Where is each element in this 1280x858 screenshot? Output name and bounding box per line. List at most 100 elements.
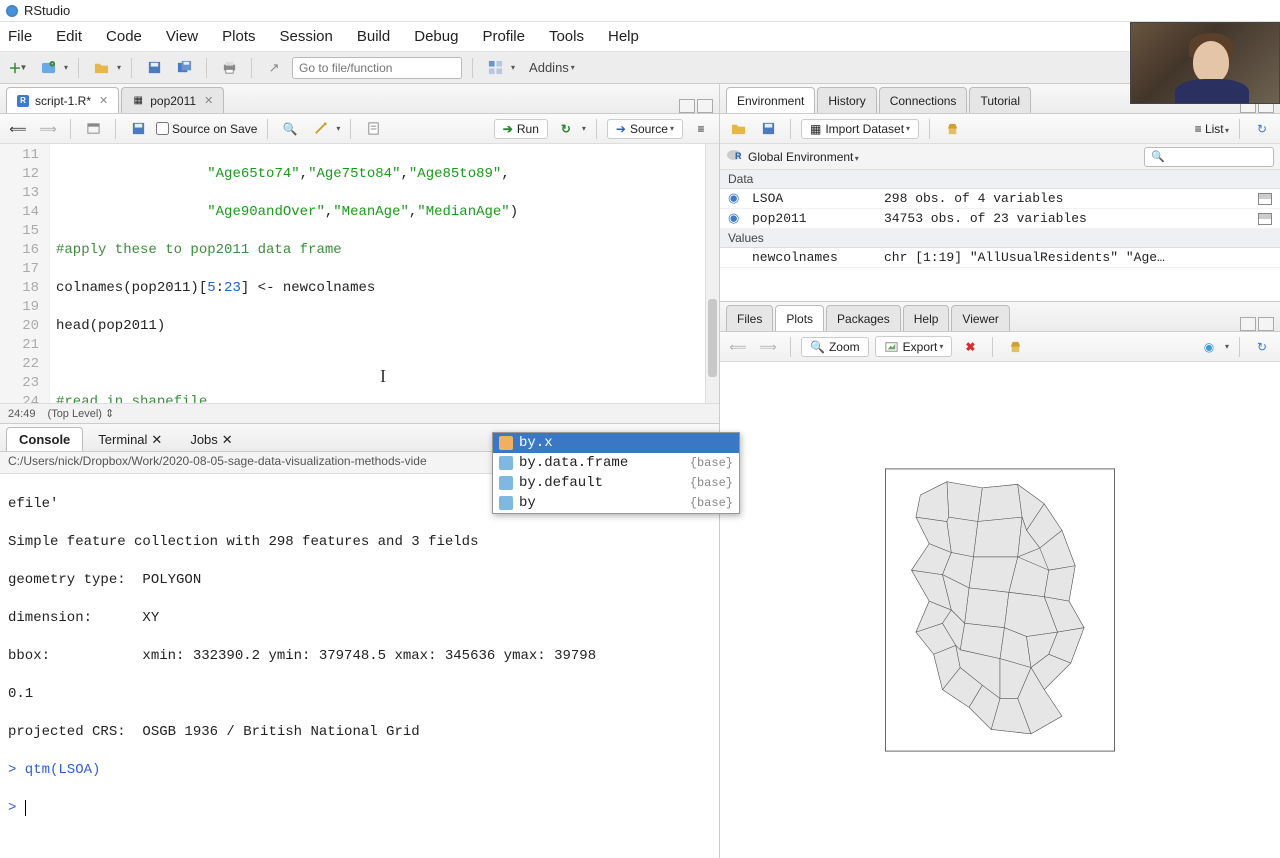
import-dataset-button[interactable]: ▦Import Dataset▾	[801, 119, 919, 139]
run-button[interactable]: ➔Run	[494, 119, 548, 139]
tab-pop2011[interactable]: ▦ pop2011 ✕	[121, 87, 224, 113]
chevron-down-icon[interactable]: ▾	[1225, 342, 1229, 351]
pane-controls[interactable]	[679, 99, 713, 113]
tab-files[interactable]: Files	[726, 305, 773, 331]
source-button[interactable]: ➔Source▾	[607, 119, 683, 139]
r-logo-icon: R	[726, 148, 742, 165]
find-button[interactable]: 🔍	[278, 117, 302, 141]
workspace-panes-button[interactable]	[483, 56, 507, 80]
autocomplete-item[interactable]: by.x	[493, 433, 739, 453]
editor-scrollbar[interactable]	[705, 144, 719, 403]
new-project-button[interactable]: +	[36, 56, 60, 80]
menu-debug[interactable]: Debug	[414, 28, 458, 45]
chevron-down-icon[interactable]: ▾	[336, 124, 340, 133]
menu-edit[interactable]: Edit	[56, 28, 82, 45]
refresh-plot-button[interactable]: ↻	[1250, 335, 1274, 359]
menu-file[interactable]: File	[8, 28, 32, 45]
chevron-down-icon[interactable]: ▾	[117, 63, 121, 72]
new-file-button[interactable]: ＋▼	[6, 56, 30, 80]
tab-help[interactable]: Help	[903, 305, 950, 331]
show-in-new-window-button[interactable]	[81, 117, 105, 141]
environment-search-input[interactable]	[1144, 147, 1274, 167]
open-file-button[interactable]	[89, 56, 113, 80]
plot-tabs: Files Plots Packages Help Viewer	[720, 302, 1280, 332]
chevron-down-icon[interactable]: ▾	[582, 124, 586, 133]
source-on-save-checkbox[interactable]: Source on Save	[156, 122, 257, 136]
tab-history[interactable]: History	[817, 87, 876, 113]
outline-button[interactable]: ≡	[689, 117, 713, 141]
menu-tools[interactable]: Tools	[549, 28, 584, 45]
load-workspace-button[interactable]	[726, 117, 750, 141]
rerun-button[interactable]: ↻	[554, 117, 578, 141]
tab-plots[interactable]: Plots	[775, 305, 824, 331]
webcam-overlay	[1130, 22, 1280, 104]
print-button[interactable]	[217, 56, 241, 80]
scope-indicator[interactable]: (Top Level) ⇕	[48, 407, 115, 420]
tab-tutorial[interactable]: Tutorial	[969, 87, 1031, 113]
tab-viewer[interactable]: Viewer	[951, 305, 1009, 331]
menu-plots[interactable]: Plots	[222, 28, 255, 45]
chevron-down-icon[interactable]: ▾	[64, 63, 68, 72]
autocomplete-popup[interactable]: by.x by.data.frame {base} by.default {ba…	[492, 432, 740, 514]
env-row-lsoa[interactable]: ◉ LSOA 298 obs. of 4 variables	[720, 189, 1280, 209]
back-button[interactable]: ⟸	[6, 117, 30, 141]
chevron-down-icon[interactable]: ▾	[511, 63, 515, 72]
save-button[interactable]	[142, 56, 166, 80]
view-data-icon[interactable]	[1258, 193, 1272, 205]
export-button[interactable]: Export▾	[875, 336, 953, 357]
save-button[interactable]	[126, 117, 150, 141]
publish-button[interactable]: ◉	[1197, 335, 1221, 359]
plot-prev-button[interactable]: ⟸	[726, 335, 750, 359]
report-button[interactable]	[361, 117, 385, 141]
function-icon	[499, 496, 513, 510]
function-icon	[499, 456, 513, 470]
forward-button[interactable]: ⟹	[36, 117, 60, 141]
close-icon[interactable]: ✕	[204, 94, 213, 107]
console-output[interactable]: efile' Simple feature collection with 29…	[0, 474, 719, 858]
wand-button[interactable]	[308, 117, 332, 141]
menu-build[interactable]: Build	[357, 28, 390, 45]
expand-icon[interactable]: ◉	[728, 211, 740, 226]
scope-selector[interactable]: Global Environment ▾	[748, 150, 859, 164]
window-title: RStudio	[24, 3, 70, 18]
goto-icon: ↗	[262, 56, 286, 80]
tab-terminal[interactable]: Terminal✕	[85, 427, 175, 451]
environment-toolbar: ▦Import Dataset▾ ≡ List ▾ ↻	[720, 114, 1280, 144]
menu-profile[interactable]: Profile	[482, 28, 525, 45]
tab-connections[interactable]: Connections	[879, 87, 968, 113]
tab-packages[interactable]: Packages	[826, 305, 901, 331]
zoom-button[interactable]: 🔍 Zoom	[801, 337, 869, 357]
tab-script[interactable]: R script-1.R* ✕	[6, 87, 119, 113]
env-row-pop2011[interactable]: ◉ pop2011 34753 obs. of 23 variables	[720, 209, 1280, 229]
menu-help[interactable]: Help	[608, 28, 639, 45]
code-content[interactable]: "Age65to74","Age75to84","Age85to89", "Ag…	[50, 144, 719, 403]
dataframe-icon: ▦	[132, 95, 144, 107]
env-row-newcolnames[interactable]: ◉ newcolnames chr [1:19] "AllUsualReside…	[720, 248, 1280, 268]
autocomplete-item[interactable]: by.default {base}	[493, 473, 739, 493]
addins-menu[interactable]: Addins ▾	[529, 60, 575, 75]
autocomplete-item[interactable]: by.data.frame {base}	[493, 453, 739, 473]
tab-environment[interactable]: Environment	[726, 87, 815, 113]
save-workspace-button[interactable]	[756, 117, 780, 141]
clear-plots-button[interactable]	[1003, 335, 1027, 359]
remove-plot-button[interactable]: ✖	[958, 335, 982, 359]
close-icon[interactable]: ✕	[99, 94, 108, 107]
menu-view[interactable]: View	[166, 28, 198, 45]
clear-workspace-button[interactable]	[940, 117, 964, 141]
plot-next-button[interactable]: ⟹	[756, 335, 780, 359]
autocomplete-item[interactable]: by {base}	[493, 493, 739, 513]
save-all-button[interactable]	[172, 56, 196, 80]
environment-scope: R Global Environment ▾	[720, 144, 1280, 170]
view-data-icon[interactable]	[1258, 213, 1272, 225]
goto-file-input[interactable]	[292, 57, 462, 79]
menu-code[interactable]: Code	[106, 28, 142, 45]
view-mode-toggle[interactable]: ≡ List ▾	[1195, 122, 1229, 136]
refresh-button[interactable]: ↻	[1250, 117, 1274, 141]
code-editor[interactable]: 111213 141516 171819 202122 2324 "Age65t…	[0, 144, 719, 403]
pane-controls[interactable]	[1240, 317, 1274, 331]
window-titlebar: RStudio	[0, 0, 1280, 22]
expand-icon[interactable]: ◉	[728, 191, 740, 206]
tab-console[interactable]: Console	[6, 427, 83, 451]
menu-session[interactable]: Session	[280, 28, 333, 45]
tab-jobs[interactable]: Jobs✕	[177, 427, 245, 451]
